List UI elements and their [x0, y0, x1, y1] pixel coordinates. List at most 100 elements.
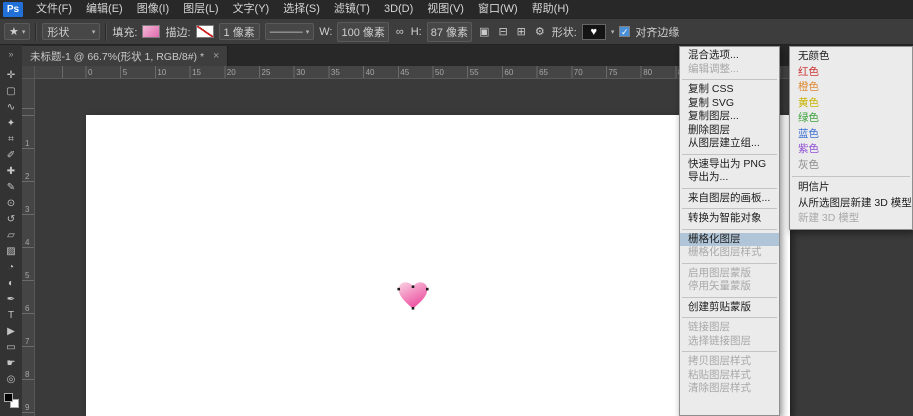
ruler-number: 5 — [123, 68, 127, 77]
heart-shape-layer[interactable] — [395, 278, 431, 314]
context-menu-item[interactable]: 混合选项... — [680, 49, 779, 63]
menubar-item[interactable]: 图像(I) — [130, 0, 176, 19]
context-menu-item[interactable]: 从图层建立组... — [680, 137, 779, 151]
ruler-number: 15 — [192, 68, 201, 77]
context-menu-item[interactable]: 删除图层 — [680, 124, 779, 138]
context-menu-item[interactable]: 来自图层的画板... — [680, 192, 779, 206]
lasso-tool-icon[interactable]: ∿ — [0, 100, 22, 116]
submenu-item[interactable]: 黄色 — [790, 96, 912, 112]
vertical-ruler: 123456789 — [22, 79, 35, 416]
submenu-item[interactable]: 从所选图层新建 3D 模型 — [790, 196, 912, 212]
height-input[interactable]: 87 像素 — [427, 22, 472, 42]
path-alignment-icon[interactable]: ⊟ — [496, 25, 509, 38]
shape-tool-icon[interactable]: ▭ — [0, 340, 22, 356]
menu-separator — [682, 154, 777, 155]
ruler-number: 25 — [262, 68, 271, 77]
path-operations-icon[interactable]: ▣ — [477, 25, 491, 38]
submenu-item[interactable]: 明信片 — [790, 180, 912, 196]
tool-preset-picker[interactable]: ★ ▾ — [4, 23, 30, 40]
stroke-style-select[interactable]: ——— ▾ — [265, 23, 315, 40]
path-arrangement-icon[interactable]: ⊞ — [515, 25, 528, 38]
menu-separator — [792, 176, 910, 177]
context-menu-item[interactable]: 复制 CSS — [680, 83, 779, 97]
eyedropper-tool-icon[interactable]: ✐ — [0, 148, 22, 164]
menubar-item[interactable]: 视图(V) — [420, 0, 471, 19]
ruler-number: 35 — [331, 68, 340, 77]
context-menu-item[interactable]: 导出为... — [680, 171, 779, 185]
link-dimensions-icon[interactable]: ∞ — [394, 26, 406, 38]
healing-brush-tool-icon[interactable]: ✚ — [0, 164, 22, 180]
context-menu-item[interactable]: 创建剪贴蒙版 — [680, 301, 779, 315]
stroke-width-input[interactable]: 1 像素 — [219, 23, 260, 40]
submenu-item[interactable]: 无颜色 — [790, 49, 912, 65]
ruler-number: 1 — [25, 139, 29, 148]
gradient-tool-icon[interactable]: ▨ — [0, 244, 22, 260]
menubar-item[interactable]: 编辑(E) — [79, 0, 130, 19]
menubar-item[interactable]: 文字(Y) — [226, 0, 277, 19]
align-edges-checkbox[interactable]: ✓ — [619, 26, 630, 37]
fill-label: 填充: — [112, 24, 137, 40]
width-input[interactable]: 100 像素 — [337, 22, 388, 42]
hand-tool-icon[interactable]: ☛ — [0, 356, 22, 372]
submenu-item[interactable]: 红色 — [790, 65, 912, 81]
path-selection-tool-icon[interactable]: ▶ — [0, 324, 22, 340]
stroke-width-value: 1 像素 — [224, 24, 255, 40]
ruler-number: 80 — [643, 68, 652, 77]
ruler-number: 6 — [25, 304, 29, 313]
menubar-item[interactable]: 图层(L) — [176, 0, 225, 19]
close-icon[interactable]: × — [213, 50, 219, 62]
heart-shape-icon: ♥ — [591, 26, 598, 38]
context-menu-item[interactable]: 复制 SVG — [680, 97, 779, 111]
ruler-number: 8 — [25, 370, 29, 379]
submenu-item[interactable]: 紫色 — [790, 142, 912, 158]
shape-picker[interactable]: ♥ — [582, 24, 606, 40]
submenu-item[interactable]: 橙色 — [790, 80, 912, 96]
stroke-color-swatch[interactable] — [196, 25, 214, 38]
submenu-item[interactable]: 绿色 — [790, 111, 912, 127]
tool-mode-value: 形状 — [47, 24, 69, 40]
eraser-tool-icon[interactable]: ▱ — [0, 228, 22, 244]
fill-color-swatch[interactable] — [142, 25, 160, 38]
marquee-tool-icon[interactable]: ▢ — [0, 84, 22, 100]
foreground-background-swatches[interactable] — [4, 393, 19, 408]
chevron-down-icon: ▾ — [22, 28, 26, 36]
submenu-item[interactable]: 灰色 — [790, 158, 912, 174]
menubar-item[interactable]: 滤镜(T) — [327, 0, 377, 19]
ruler-number: 75 — [609, 68, 618, 77]
pen-tool-icon[interactable]: ✒ — [0, 292, 22, 308]
submenu-item[interactable]: 蓝色 — [790, 127, 912, 143]
menubar-item[interactable]: 帮助(H) — [525, 0, 576, 19]
tools-panel: » ✛▢∿✦⌗✐✚✎⊙↺▱▨◔◐✒T▶▭☛◎ — [0, 45, 22, 416]
menubar-item[interactable]: 3D(D) — [377, 0, 420, 19]
dodge-tool-icon[interactable]: ◐ — [0, 276, 22, 292]
quick-selection-tool-icon[interactable]: ✦ — [0, 116, 22, 132]
layer-context-menu: 混合选项...编辑调整... 复制 CSS复制 SVG复制图层...删除图层从图层… — [679, 46, 780, 416]
submenu-item: 新建 3D 模型 — [790, 211, 912, 227]
type-tool-icon[interactable]: T — [0, 308, 22, 324]
brush-tool-icon[interactable]: ✎ — [0, 180, 22, 196]
context-menu-item[interactable]: 快速导出为 PNG — [680, 158, 779, 172]
clone-stamp-tool-icon[interactable]: ⊙ — [0, 196, 22, 212]
menubar-items: 文件(F)编辑(E)图像(I)图层(L)文字(Y)选择(S)滤镜(T)3D(D)… — [29, 0, 576, 19]
ruler-number: 2 — [25, 172, 29, 181]
foreground-color-swatch[interactable] — [4, 393, 13, 402]
history-brush-tool-icon[interactable]: ↺ — [0, 212, 22, 228]
menubar-item[interactable]: 文件(F) — [29, 0, 79, 19]
zoom-tool-icon[interactable]: ◎ — [0, 372, 22, 388]
move-tool-icon[interactable]: ✛ — [0, 68, 22, 84]
context-menu-item[interactable]: 复制图层... — [680, 110, 779, 124]
menubar-item[interactable]: 选择(S) — [276, 0, 327, 19]
ruler-number: 30 — [296, 68, 305, 77]
menubar-item[interactable]: 窗口(W) — [471, 0, 525, 19]
context-menu-item[interactable]: 转换为智能对象 — [680, 212, 779, 226]
collapse-panel-icon[interactable]: » — [8, 48, 13, 60]
context-menu-item: 停用矢量蒙版 — [680, 280, 779, 294]
gear-icon[interactable]: ⚙ — [533, 25, 547, 38]
context-menu-item: 编辑调整... — [680, 63, 779, 77]
context-menu-item[interactable]: 栅格化图层 — [680, 233, 779, 247]
line-style-icon: ——— — [270, 26, 303, 38]
crop-tool-icon[interactable]: ⌗ — [0, 132, 22, 148]
tool-mode-select[interactable]: 形状 ▾ — [42, 23, 100, 40]
document-tab[interactable]: 未标题-1 @ 66.7%(形状 1, RGB/8#) * × — [22, 46, 228, 66]
blur-tool-icon[interactable]: ◔ — [0, 260, 22, 276]
